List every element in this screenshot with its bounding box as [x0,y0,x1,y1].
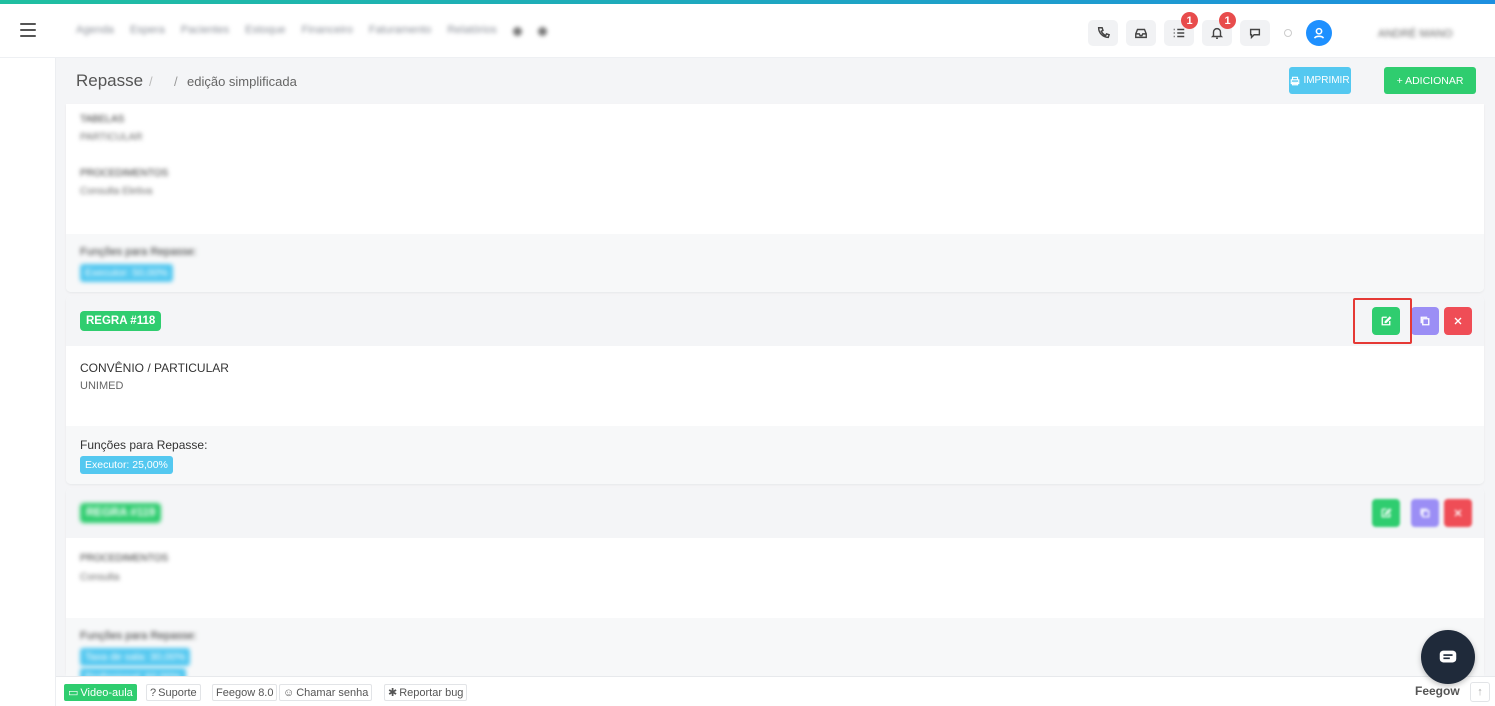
edit-rule-button[interactable] [1372,499,1400,527]
rule-tag: REGRA #119 [80,503,162,523]
list-icon [1173,28,1185,38]
nav-item[interactable]: Estoque [245,24,285,36]
delete-rule-button[interactable] [1444,499,1472,527]
card-header: REGRA #119 [66,488,1484,538]
main-nav: Agenda Espera Pacientes Estoque Financei… [76,24,547,36]
user-avatar[interactable] [1306,20,1332,46]
nav-extra-icon[interactable] [512,27,522,36]
scroll-top-button[interactable]: ↑ [1470,682,1490,702]
chat-widget-button[interactable] [1421,630,1475,684]
chat-button[interactable] [1240,20,1270,46]
brand-label: Feegow [1415,684,1460,698]
highlight-box [1353,298,1412,344]
video-icon: ▭ [68,687,79,699]
rule-card: REGRA #118 CONVÊNIO / PARTICULAR UNIMED … [66,296,1484,484]
nav-item[interactable]: Espera [130,24,165,36]
page-title: Repasse [76,71,144,90]
function-chip: Taxa de sala: 30,00% [80,648,191,666]
rule-card-previous: TABELAS PARTICULAR PROCEDIMENTOS Consult… [66,104,1484,292]
close-icon [1454,317,1462,325]
chat-icon [1439,650,1457,663]
card-footer: Funções para Repasse: Executor: 25,00% [66,426,1484,484]
delete-rule-button[interactable] [1444,307,1472,335]
breadcrumb-separator: / [174,74,178,89]
tasks-badge: 1 [1181,12,1198,29]
hamburger-menu-icon[interactable] [20,23,36,37]
card-header: REGRA #118 [66,296,1484,346]
print-button-label: IMPRIMIR [1303,75,1350,86]
bug-icon: ✱ [388,687,398,699]
footer-bar: ▭ Video-aula ? Suporte Feegow 8.0 ☺ Cham… [56,676,1495,706]
copy-icon [1420,316,1430,326]
phone-button[interactable] [1088,20,1118,46]
version-label: Feegow 8.0 [212,684,278,701]
notifications-badge: 1 [1219,12,1236,29]
nav-item[interactable]: Agenda [76,24,114,36]
top-icon-group: 1 1 [1088,12,1332,46]
add-button[interactable]: + ADICIONAR [1384,67,1476,94]
breadcrumb: Repasse / / edição simplificada IMPRIMIR… [56,58,1495,104]
functions-label: Funções para Repasse: [80,630,197,642]
call-password-button[interactable]: ☺ Chamar senha [279,684,373,701]
field-value: Consulta Eletiva [80,186,153,197]
user-name[interactable]: ANDRÉ MANO [1378,28,1453,40]
report-bug-label: Reportar bug [399,686,464,699]
video-lesson-label: Video-aula [80,686,133,699]
copy-icon [1420,508,1430,518]
function-chip: Executor: 25,00% [80,456,173,474]
nav-item[interactable]: Relatórios [447,24,497,36]
rule-card-next: REGRA #119 PROCEDIMENTOS Consulta Funçõe… [66,488,1484,686]
field-value: UNIMED [80,380,124,392]
printer-icon [1291,76,1300,85]
status-indicator [1284,29,1292,37]
function-chip: Executor: 50,00% [80,264,173,282]
functions-label: Funções para Repasse: [80,438,208,452]
bell-icon [1210,27,1224,39]
phone-icon [1097,27,1110,39]
video-lesson-button[interactable]: ▭ Video-aula [64,684,137,701]
top-navbar: Agenda Espera Pacientes Estoque Financei… [0,4,1495,58]
breadcrumb-subtitle: edição simplificada [187,74,297,89]
field-value: PARTICULAR [80,132,143,143]
functions-label: Funções para Repasse: [80,246,197,258]
close-icon [1454,509,1462,517]
chat-bubble-icon [1249,28,1261,40]
field-label: CONVÊNIO / PARTICULAR [80,361,229,375]
support-button[interactable]: ? Suporte [146,684,201,701]
left-sidebar [0,58,56,706]
card-footer: Funções para Repasse: Taxa de sala: 30,0… [66,618,1484,686]
nav-item[interactable]: Pacientes [181,24,229,36]
field-label: PROCEDIMENTOS [80,168,169,179]
notifications-button[interactable]: 1 [1202,12,1236,46]
nav-item[interactable]: Faturamento [369,24,431,36]
print-button[interactable]: IMPRIMIR [1289,67,1351,94]
nav-item[interactable]: Financeiro [301,24,352,36]
field-label: TABELAS [80,114,125,125]
help-icon: ? [150,686,157,699]
inbox-icon [1135,28,1147,39]
duplicate-rule-button[interactable] [1411,499,1439,527]
rule-tag: REGRA #118 [80,311,162,331]
edit-icon [1381,508,1392,518]
inbox-button[interactable] [1126,20,1156,46]
people-icon: ☺ [283,686,295,699]
call-password-label: Chamar senha [296,686,369,699]
user-icon [1313,27,1325,39]
breadcrumb-separator: / [149,74,153,89]
field-label: PROCEDIMENTOS [80,553,169,564]
tasks-button[interactable]: 1 [1164,12,1198,46]
card-footer: Funções para Repasse: Executor: 50,00% [66,234,1484,292]
report-bug-button[interactable]: ✱ Reportar bug [384,684,468,701]
nav-extra-icon[interactable] [537,27,547,36]
duplicate-rule-button[interactable] [1411,307,1439,335]
support-label: Suporte [158,686,197,699]
field-value: Consulta [80,572,120,583]
